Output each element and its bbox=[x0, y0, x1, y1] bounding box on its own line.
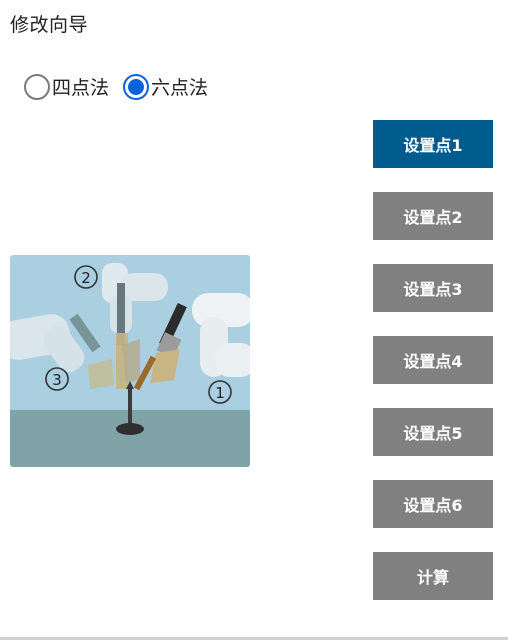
radio-six-point-circle[interactable] bbox=[123, 73, 150, 100]
set-point-6-button[interactable]: 设置点6 bbox=[373, 480, 493, 528]
set-point-5-button[interactable]: 设置点5 bbox=[373, 408, 493, 456]
radio-six-point-label[interactable]: 六点法 bbox=[151, 73, 208, 100]
calculate-button[interactable]: 计算 bbox=[373, 552, 493, 600]
set-point-2-button[interactable]: 设置点2 bbox=[373, 192, 493, 240]
set-point-1-button[interactable]: 设置点1 bbox=[373, 120, 493, 168]
set-point-3-button[interactable]: 设置点3 bbox=[373, 264, 493, 312]
radio-six-point[interactable]: 六点法 bbox=[123, 73, 208, 100]
radio-four-point-label[interactable]: 四点法 bbox=[52, 73, 109, 100]
page-title: 修改向导 bbox=[10, 14, 89, 36]
set-point-4-button[interactable]: 设置点4 bbox=[373, 336, 493, 384]
pose-marker-2-label: 2 bbox=[81, 269, 91, 287]
method-radio-group: 四点法 六点法 bbox=[24, 73, 222, 100]
radio-four-point[interactable]: 四点法 bbox=[24, 73, 109, 100]
robot-tool-illustration-image: 2 3 1 bbox=[10, 255, 250, 467]
pose-marker-3-label: 3 bbox=[52, 371, 62, 389]
modify-wizard-panel: 修改向导 四点法 六点法 设置点1 设置点2 设置点3 设置点4 设置点5 设置… bbox=[0, 0, 508, 640]
tcp-calibration-illustration: 2 3 1 bbox=[10, 255, 250, 467]
pose-marker-1-label: 1 bbox=[215, 384, 225, 402]
radio-four-point-circle[interactable] bbox=[24, 73, 50, 100]
